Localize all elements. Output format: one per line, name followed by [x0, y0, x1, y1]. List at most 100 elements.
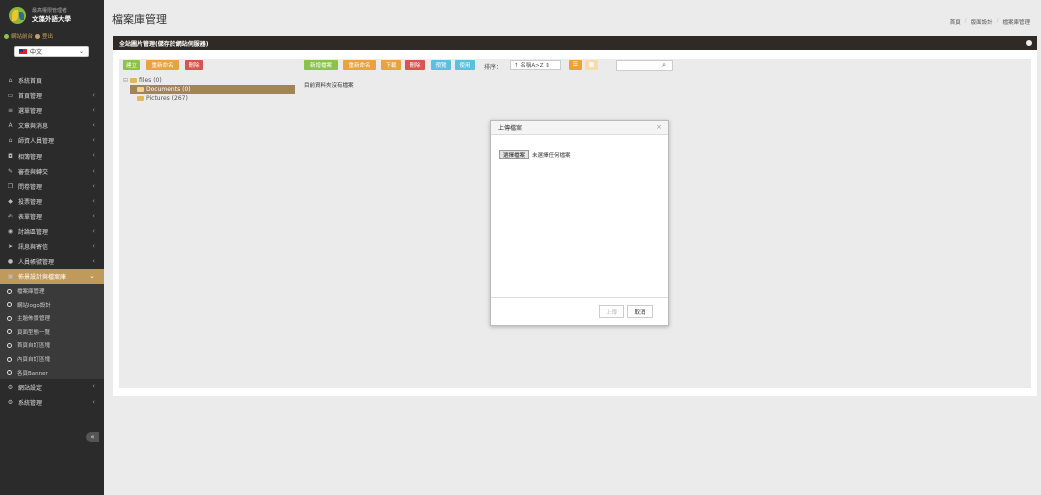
tree-item-pictures[interactable]: Pictures (267): [130, 94, 295, 103]
sidebar-item-2[interactable]: ≡ 選單管理 ‹: [0, 103, 104, 118]
top-links: 網站前台 登出: [0, 30, 104, 42]
create-folder-button[interactable]: 建立: [123, 60, 140, 70]
chevron-left-icon: ‹: [92, 211, 95, 220]
search-icon: ⌕: [662, 61, 666, 69]
sidebar-item-label: 表單管理: [18, 213, 43, 221]
sidebar-item-8[interactable]: ◆ 投票管理 ‹: [0, 194, 104, 209]
circle-icon: [7, 370, 12, 376]
grid-icon: ▦: [588, 61, 595, 68]
sidebar-item-label: 系統管理: [18, 399, 43, 407]
home-icon: ⌂: [8, 77, 13, 85]
sidebar-item-label: 問卷管理: [18, 183, 43, 191]
sidebar-item-9[interactable]: ✍ 表單管理 ‹: [0, 209, 104, 224]
subnav-item-5[interactable]: 內頁自訂區塊: [0, 352, 104, 366]
list-view-button[interactable]: ☰: [569, 60, 582, 70]
subnav-item-label: 檔案庫管理: [17, 289, 45, 296]
subnav-item-3[interactable]: 頁面型態一覽: [0, 325, 104, 339]
sidebar-item-13[interactable]: ▣ 佈景設計與檔案庫 ⌄: [0, 269, 104, 285]
flag-icon: [19, 49, 27, 54]
tree-root[interactable]: ⊟ files (0): [123, 76, 295, 85]
subnav-item-0[interactable]: 檔案庫管理: [0, 284, 104, 298]
tree-item-label: Pictures (267): [146, 95, 188, 102]
chevron-left-icon: ‹: [92, 121, 95, 130]
tree-item-documents[interactable]: Documents (0): [130, 85, 295, 94]
sidebar-item-3[interactable]: A 文章與消息 ‹: [0, 118, 104, 133]
cancel-button[interactable]: 取消: [627, 305, 653, 318]
subnav-item-label: 各頁Banner: [17, 370, 48, 377]
chevron-left-icon: ‹: [92, 196, 95, 205]
list-icon: ≡: [7, 107, 14, 115]
breadcrumb-layout[interactable]: 版面設計: [971, 18, 993, 26]
chevron-left-icon: ‹: [92, 257, 95, 266]
sidebar-bottom-item-0[interactable]: ⚙ 網站設定 ‹: [0, 379, 104, 394]
subnav-item-label: 首頁自訂區塊: [17, 343, 51, 350]
send-icon: ➤: [7, 243, 14, 251]
sort-select[interactable]: ↑ 名稱A>Z ⇕: [510, 60, 561, 70]
panel-toggle-icon[interactable]: [1026, 40, 1032, 46]
file-status: 未選擇任何檔案: [532, 152, 571, 159]
choose-file-button[interactable]: 選擇檔案: [499, 150, 530, 159]
sidebar-item-10[interactable]: ◉ 討論區管理 ‹: [0, 224, 104, 239]
file-picker: 選擇檔案 未選擇任何檔案: [499, 150, 571, 159]
chevron-left-icon: ‹: [92, 136, 95, 145]
sidebar-item-12[interactable]: ● 人員帳號管理 ‹: [0, 254, 104, 269]
sidebar-item-6[interactable]: ✎ 審查與轉交 ‹: [0, 164, 104, 179]
rename-folder-button[interactable]: 重新命名: [146, 60, 179, 70]
subnav-item-label: 內頁自訂區塊: [17, 357, 51, 364]
circle-icon: [7, 288, 12, 294]
rename-file-button[interactable]: 重新命名: [343, 60, 376, 70]
tag-icon: ◆: [8, 197, 13, 205]
sidebar-item-label: 人員帳號管理: [18, 259, 55, 267]
tree-root-label: files (0): [139, 77, 162, 84]
download-button[interactable]: 下載: [381, 60, 401, 70]
close-icon[interactable]: ×: [656, 123, 662, 131]
language-select[interactable]: 中文 ⌄: [14, 46, 89, 57]
sidebar-item-11[interactable]: ➤ 訊息與寄信 ‹: [0, 239, 104, 254]
collapse-icon: ⊟: [123, 77, 129, 84]
subnav-item-4[interactable]: 首頁自訂區塊: [0, 339, 104, 353]
sidebar-item-7[interactable]: ❐ 問卷管理 ‹: [0, 179, 104, 194]
new-file-button[interactable]: 新增檔案: [304, 60, 338, 70]
sidebar-item-label: 首頁管理: [18, 93, 43, 101]
circle-icon: [7, 342, 12, 348]
logout-link[interactable]: 登出: [42, 32, 53, 40]
page-title: 檔案庫管理: [112, 13, 167, 26]
chevron-left-icon: ‹: [92, 91, 95, 100]
sidebar-item-4[interactable]: ⌂ 師資人員管理 ‹: [0, 133, 104, 148]
sidebar-item-label: 選單管理: [18, 108, 43, 116]
search-input[interactable]: ⌕: [616, 60, 673, 71]
grid-view-button[interactable]: ▦: [585, 60, 598, 70]
folder-icon: [130, 78, 138, 83]
collapse-sidebar-button[interactable]: «: [86, 432, 99, 442]
user-icon: ●: [7, 258, 14, 266]
delete-folder-button[interactable]: 刪除: [185, 60, 203, 70]
sidebar-item-label: 系統首頁: [18, 78, 43, 86]
graduation-cap-icon: ⌂: [8, 137, 13, 145]
tree-item-label: Documents (0): [146, 86, 191, 93]
sidebar-item-label: 網站設定: [18, 384, 43, 392]
subnav-item-1[interactable]: 網站logo設計: [0, 298, 104, 312]
delete-file-button[interactable]: 刪除: [405, 60, 425, 70]
globe-icon: [4, 33, 9, 39]
breadcrumb: 首頁 / 版面設計 / 檔案庫管理: [949, 18, 1030, 26]
panel-header: 全站圖片管理(儲存於網站伺服器): [113, 36, 1037, 50]
subnav-item-6[interactable]: 各頁Banner: [0, 366, 104, 380]
sidebar-item-5[interactable]: ◘ 相簿管理 ‹: [0, 148, 104, 163]
chevron-down-icon: ⌄: [78, 48, 84, 55]
sidebar-item-label: 師資人員管理: [18, 138, 55, 146]
sidebar-item-0[interactable]: ⌂ 系統首頁: [0, 73, 104, 88]
language-label: 中文: [30, 49, 43, 56]
frontend-link[interactable]: 網站前台: [11, 32, 33, 40]
power-icon: [35, 33, 41, 39]
gear-icon: ⚙: [7, 383, 14, 391]
sidebar-item-1[interactable]: ▭ 首頁管理 ‹: [0, 88, 104, 103]
circle-icon: [7, 329, 12, 335]
use-button[interactable]: 使用: [455, 60, 475, 70]
chevron-left-icon: ‹: [92, 382, 95, 391]
upload-button[interactable]: 上傳: [599, 305, 624, 318]
preview-button[interactable]: 預覽: [431, 60, 451, 70]
subnav-item-2[interactable]: 主題佈景管理: [0, 312, 104, 326]
sidebar-bottom-item-1[interactable]: ⚙ 系統管理 ‹: [0, 395, 104, 410]
breadcrumb-home[interactable]: 首頁: [950, 18, 961, 26]
chevron-left-icon: ‹: [92, 397, 95, 406]
